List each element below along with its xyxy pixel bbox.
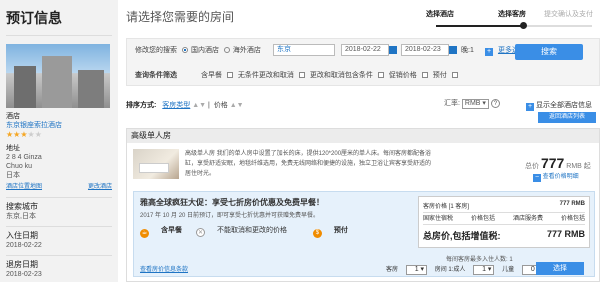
calendar-icon[interactable] [389,46,397,54]
feature-nochange: 不能取消和更改的价格 [216,227,287,234]
overseas-label: 海外酒店 [232,47,261,54]
overseas-radio[interactable] [223,47,230,53]
domestic-label: 国内酒店 [190,47,219,54]
room-name: 高级单人房 [127,129,599,143]
room-card: 高级单人房 高级单人房 我们的单人房中设置了加长的床，提供120*200厘米的单… [126,128,600,282]
address-label: 地址 [6,145,20,152]
offer-panel: 雅高全球疯狂大促：享受七折房价优惠及免费早餐！ 2017 年 10 月 20 日… [133,191,595,277]
no-change-icon: ✕ [195,228,205,237]
occupancy-note: 每间客房最多入住人数: 1 [446,257,513,263]
sort-bar: 排序方式: 客房类型 ▲▼ | 价格 ▲▼ [126,102,244,109]
search-city-label: 搜索城市 [6,202,38,211]
room-selector: 客房 1 ▾ 房间 1:成人 1 ▾ 儿童 0 ▾ [380,264,544,275]
checkin-value: 2018-02-22 [6,242,42,249]
checkout-value: 2018-02-23 [6,271,42,278]
filter-breakfast: 含早餐 [200,72,222,79]
sidebar-title: 预订信息 [6,0,112,36]
checkout-label: 退房日期 [6,260,38,269]
address-line: 2 8 4 Ginza [6,154,42,161]
feature-prepay: 预付 [333,227,348,234]
current-step-dot [520,22,527,29]
checkin-label: 入住日期 [6,231,38,240]
search-city-value: 东京,日本 [6,213,36,220]
back-to-list-button[interactable]: 返回酒店列表 [538,112,596,123]
room-description: 高级单人房 我们的单人房中设置了加长的床，提供120*200厘米的单人床。每间客… [185,151,432,177]
main-content: 请选择您需要的房间 选择酒店 选择客房 提交确认及支付 修改您的搜索 国内酒店 … [126,0,600,282]
currency-dropdown[interactable]: RMB ▾ [461,99,489,109]
prepay-checkbox[interactable] [451,72,458,78]
booking-sidebar: 预订信息 酒店 东京银座索拉酒店 ★★★★★ 地址 2 8 4 Ginza Ch… [0,0,118,282]
filter-label: 查询条件筛选 [135,72,177,79]
plus-icon: + [485,48,493,56]
filter-free-cancel: 无条件更改和取消 [237,72,294,79]
star-rating: ★★★★★ [6,130,42,139]
room-price: 总价 777 RMB 起 [525,155,591,171]
sort-arrows-icon[interactable]: ▲▼ [190,102,208,109]
select-room-button[interactable]: 选择 [536,262,584,275]
sort-label: 排序方式: [126,102,157,109]
breakfast-checkbox[interactable] [226,72,233,78]
breakfast-icon: ☕ [140,229,149,238]
search-panel: 修改您的搜索 国内酒店 海外酒店 东京 2018-02-22 2018-02-2… [126,38,600,86]
checkout-input[interactable]: 2018-02-23 [401,44,449,56]
price-table: 客房价格 [1 客房] 777 RMB 国家住宿税 价格包括 酒店服务费 价格包括 总房… [418,196,590,248]
currency-selector: 汇率: RMB ▾ ? [444,98,500,109]
room-photo[interactable] [133,149,179,179]
rooms-dropdown[interactable]: 1 ▾ [405,265,428,275]
domestic-radio[interactable] [181,47,188,53]
city-input[interactable]: 东京 [273,44,335,56]
filter-prepay: 预付 [432,72,447,79]
adults-dropdown[interactable]: 1 ▾ [473,265,495,275]
sort-room-type[interactable]: 客房类型 [162,102,190,109]
rate-terms-link[interactable]: 查看房价信息条款 [140,264,188,273]
sort-arrows-icon[interactable]: ▲▼ [228,102,244,109]
address-line: Chuo ku [6,163,33,170]
nights-count: 晚:1 [461,47,474,54]
sort-price[interactable]: 价格 [214,102,228,109]
help-icon[interactable]: ? [490,99,500,108]
promo-checkbox[interactable] [421,72,428,78]
address-line: 日本 [6,172,20,179]
price-value: 777 [540,155,565,171]
hotel-photo[interactable] [6,44,110,108]
booking-page: 预订信息 酒店 东京银座索拉酒店 ★★★★★ 地址 2 8 4 Ginza Ch… [0,0,600,282]
search-button[interactable]: 搜索 [515,44,583,60]
change-hotel-link[interactable]: 更改酒店 [88,183,112,192]
free-cancel-checkbox[interactable] [298,72,305,78]
currency-label: 汇率: [444,100,460,107]
offer-description: 2017 年 10 月 20 日前预订，即可享受七折优惠并可获赠免费早餐。 [140,213,320,219]
progress-steps: 选择酒店 选择客房 提交确认及支付 [426,6,600,36]
show-all-toggle[interactable]: + 显示全部酒店信息 [526,100,592,111]
filter-promo: 促销价格 [388,72,417,79]
plus-icon: + [526,103,534,111]
checkin-input[interactable]: 2018-02-22 [341,44,389,56]
prepay-icon: $ [312,229,322,238]
filter-conditional-cancel: 更改和取消包含条件 [309,72,373,79]
step-confirm-pay: 提交确认及支付 [544,11,593,18]
search-label: 修改您的搜索 [135,47,177,54]
calendar-icon[interactable] [449,46,457,54]
offer-title: 雅高全球疯狂大促：享受七折房价优惠及免费早餐！ [140,198,324,207]
step-select-hotel: 选择酒店 [426,11,454,18]
price-breakdown-link[interactable]: − 查看价格明细 [533,171,579,182]
conditional-cancel-checkbox[interactable] [377,72,384,78]
offer-features: ☕ 含早餐 ✕ 不能取消和更改的价格 $ 预付 [140,225,360,238]
feature-breakfast: 含早餐 [161,227,182,234]
hotel-name[interactable]: 东京银座索拉酒店 [6,121,112,130]
step-select-room: 选择客房 [498,11,526,18]
page-title: 请选择您需要的房间 [126,10,235,24]
hotel-label: 酒店 [6,113,20,120]
minus-icon: − [533,174,541,182]
view-map-link[interactable]: 酒店位置地图 [6,183,42,192]
